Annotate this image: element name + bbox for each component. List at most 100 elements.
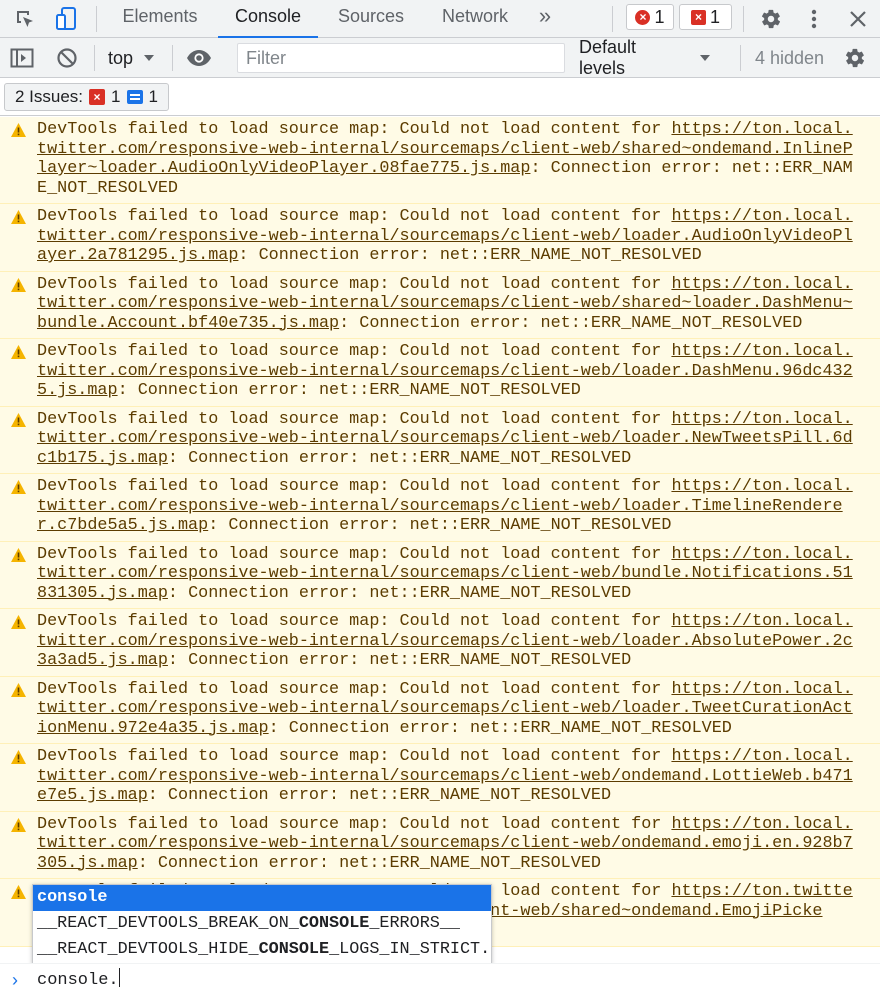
console-warning-message: DevTools failed to load source map: Coul… xyxy=(0,406,880,474)
tab-network[interactable]: Network xyxy=(428,0,522,38)
suggestion-match: CONSOLE xyxy=(258,940,330,959)
console-warning-message: DevTools failed to load source map: Coul… xyxy=(0,541,880,609)
console-warning-message: DevTools failed to load source map: Coul… xyxy=(0,474,880,542)
issue-error-icon: × xyxy=(89,89,106,105)
warning-icon xyxy=(11,885,26,899)
separator xyxy=(94,45,95,71)
live-expression-eye-icon[interactable] xyxy=(186,38,214,78)
device-toolbar-icon[interactable] xyxy=(52,0,82,38)
clear-console-icon[interactable] xyxy=(56,38,82,78)
tab-sources[interactable]: Sources xyxy=(326,0,416,38)
issues-bar: 2 Issues: × 1 1 xyxy=(0,79,880,116)
message-text: DevTools failed to load source map: Coul… xyxy=(37,207,672,226)
console-messages: DevTools failed to load source map: Coul… xyxy=(0,117,880,947)
separator xyxy=(96,6,97,32)
suggestion-suffix: _ERRORS__ xyxy=(369,914,460,933)
autocomplete-item[interactable]: __REACT_DEVTOOLS_HIDE_CONSOLE_LOGS_IN_ST… xyxy=(33,937,491,963)
warning-icon xyxy=(11,277,26,292)
error-count-badge[interactable]: × 1 xyxy=(626,4,674,30)
hidden-messages-count: 4 hidden xyxy=(755,47,825,68)
close-icon[interactable] xyxy=(844,0,872,38)
issue-count: 1 xyxy=(709,6,720,27)
console-warning-message: DevTools failed to load source map: Coul… xyxy=(0,271,880,339)
prompt-chevron-icon: › xyxy=(12,970,18,990)
autocomplete-item[interactable]: console xyxy=(33,885,491,911)
prompt-input-text: console. xyxy=(37,971,119,990)
console-toolbar: top Default levels 4 hidden xyxy=(0,37,880,78)
warning-icon xyxy=(11,412,26,427)
prompt-input[interactable]: console. xyxy=(37,968,120,990)
message-text: DevTools failed to load source map: Coul… xyxy=(37,747,672,766)
message-text: DevTools failed to load source map: Coul… xyxy=(37,120,672,139)
warning-icon xyxy=(11,547,26,562)
message-error: : Connection error: net::ERR_NAME_NOT_RE… xyxy=(339,313,803,333)
message-text: DevTools failed to load source map: Coul… xyxy=(37,477,672,496)
issue-error-icon: × xyxy=(690,9,706,25)
message-error: : Connection error: net::ERR_NAME_NOT_RE… xyxy=(167,583,632,603)
suggestion-match: console xyxy=(37,888,108,907)
message-text: DevTools failed to load source map: Coul… xyxy=(37,814,672,834)
console-settings-gear-icon[interactable] xyxy=(844,38,870,78)
settings-gear-icon[interactable] xyxy=(757,0,785,38)
inspect-element-icon[interactable] xyxy=(10,0,40,38)
message-error: : Connection error: net::ERR_NAME_NOT_RE… xyxy=(167,448,632,468)
warning-icon xyxy=(11,682,26,697)
warning-icon xyxy=(11,480,26,494)
warning-icon xyxy=(11,345,26,359)
warning-icon xyxy=(11,615,26,629)
separator xyxy=(743,6,744,32)
tab-console[interactable]: Console xyxy=(218,0,318,38)
more-options-icon[interactable] xyxy=(802,0,826,38)
warning-icon xyxy=(11,750,26,764)
message-text: DevTools failed to load source map: Coul… xyxy=(37,612,672,631)
message-error: : Connection error: net::ERR_NAME_NOT_RE… xyxy=(137,853,601,873)
dropdown-triangle-icon xyxy=(144,55,155,61)
show-sidebar-icon[interactable] xyxy=(10,38,38,78)
tab-elements[interactable]: Elements xyxy=(110,0,210,38)
console-warning-message: DevTools failed to load source map: Coul… xyxy=(0,609,880,677)
console-warning-message: DevTools failed to load source map: Coul… xyxy=(0,811,880,879)
console-prompt[interactable]: › console. xyxy=(0,963,880,994)
separator xyxy=(740,45,741,71)
suggestion-prefix: __REACT_DEVTOOLS_HIDE_ xyxy=(37,940,259,959)
devtools-tab-bar: Elements Console Sources Network » × 1 ×… xyxy=(0,0,880,38)
message-error: : Connection error: net::ERR_NAME_NOT_RE… xyxy=(208,516,672,535)
log-levels-label: Default levels xyxy=(579,37,637,78)
warning-icon xyxy=(11,817,26,832)
message-text: DevTools failed to load source map: Coul… xyxy=(37,409,672,429)
autocomplete-item[interactable]: __REACT_DEVTOOLS_BREAK_ON_CONSOLE_ERRORS… xyxy=(33,911,491,937)
suggestion-match: CONSOLE xyxy=(298,914,370,933)
console-warning-message: DevTools failed to load source map: Coul… xyxy=(0,339,880,407)
error-circle-icon: × xyxy=(635,9,651,25)
more-tabs-icon[interactable]: » xyxy=(530,0,560,38)
issue-info-icon xyxy=(126,90,143,104)
message-text: DevTools failed to load source map: Coul… xyxy=(37,342,672,361)
console-warning-message: DevTools failed to load source map: Coul… xyxy=(0,744,880,812)
message-text: DevTools failed to load source map: Coul… xyxy=(37,544,672,564)
message-text: DevTools failed to load source map: Coul… xyxy=(37,679,672,699)
issues-info-count: 1 xyxy=(148,87,158,106)
suggestion-suffix: _LOGS_IN_STRICT... xyxy=(329,940,491,959)
console-warning-message: DevTools failed to load source map: Coul… xyxy=(0,204,880,272)
separator xyxy=(172,45,173,71)
filter-input[interactable] xyxy=(237,43,565,73)
issues-button[interactable]: 2 Issues: × 1 1 xyxy=(4,83,169,111)
issues-error-count: 1 xyxy=(111,87,121,106)
suggestion-prefix: __REACT_DEVTOOLS_BREAK_ON_ xyxy=(37,914,299,933)
context-selector[interactable]: top xyxy=(108,38,163,78)
text-cursor xyxy=(118,968,120,987)
warning-icon xyxy=(11,210,26,224)
console-warning-message: DevTools failed to load source map: Coul… xyxy=(0,676,880,744)
message-text: DevTools failed to load source map: Coul… xyxy=(37,274,672,294)
context-label: top xyxy=(108,47,134,68)
warning-icon xyxy=(11,123,26,137)
message-error: : Connection error: net::ERR_NAME_NOT_RE… xyxy=(147,786,612,805)
message-error: : Connection error: net::ERR_NAME_NOT_RE… xyxy=(268,718,732,738)
message-error: : Connection error: net::ERR_NAME_NOT_RE… xyxy=(238,246,702,265)
log-levels-dropdown[interactable]: Default levels xyxy=(579,37,711,78)
issues-count-badge[interactable]: × 1 xyxy=(679,4,732,30)
console-warning-message: DevTools failed to load source map: Coul… xyxy=(0,117,880,204)
dropdown-triangle-icon xyxy=(700,55,710,61)
autocomplete-dropdown: console __REACT_DEVTOOLS_BREAK_ON_CONSOLE… xyxy=(32,884,492,964)
message-error: : Connection error: net::ERR_NAME_NOT_RE… xyxy=(167,651,632,670)
